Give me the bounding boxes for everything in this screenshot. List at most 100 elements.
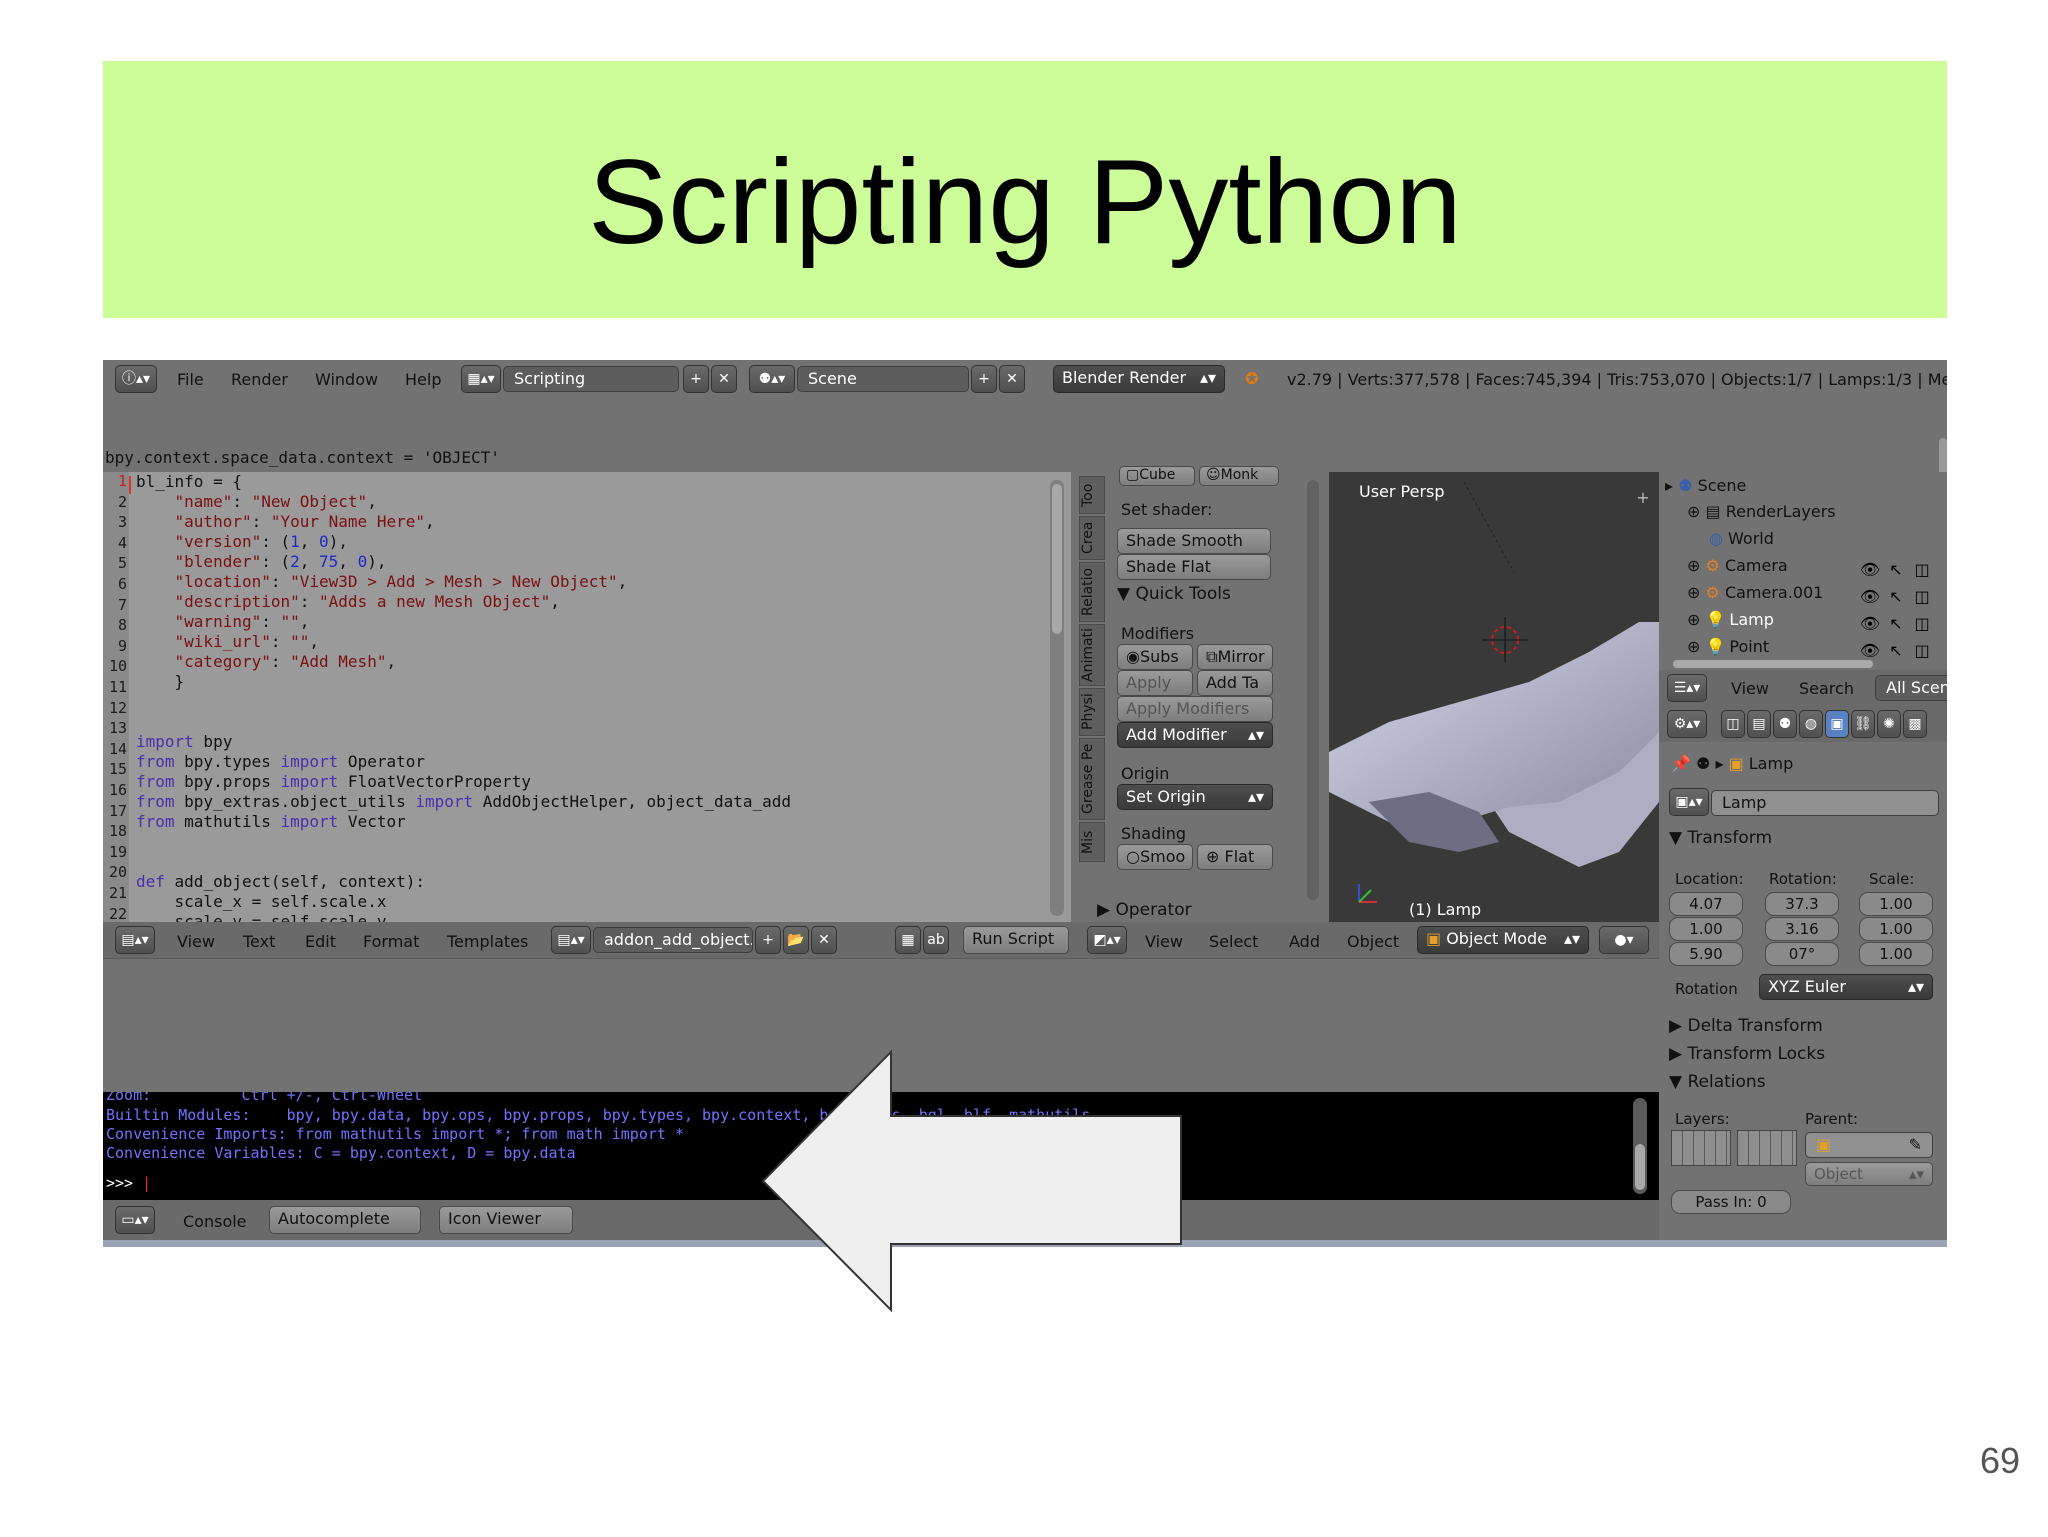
outliner-search-menu[interactable]: Search bbox=[1799, 679, 1854, 698]
add-scene-icon[interactable]: + bbox=[971, 365, 997, 393]
outliner-row[interactable]: ⊕ ⚙ Camera bbox=[1687, 556, 1788, 575]
outliner-view-menu[interactable]: View bbox=[1731, 679, 1769, 698]
menu-help[interactable]: Help bbox=[405, 370, 441, 389]
text-menu-view[interactable]: View bbox=[177, 932, 215, 951]
outliner-filter-dropdown[interactable]: All Scen bbox=[1875, 675, 1947, 701]
parent-type-dropdown[interactable]: Object ▴▾ bbox=[1805, 1162, 1933, 1186]
tab-create[interactable]: Crea bbox=[1079, 516, 1105, 560]
viewport-plus-icon[interactable]: + bbox=[1633, 488, 1653, 508]
render-tab-icon[interactable]: ◫ bbox=[1721, 710, 1745, 738]
rotation-z-field[interactable]: 07° bbox=[1765, 942, 1839, 966]
texture-tab-icon[interactable]: ▩ bbox=[1903, 710, 1927, 738]
console-editor-type-icon[interactable]: ▭▴▾ bbox=[115, 1206, 155, 1234]
set-origin-dropdown[interactable]: Set Origin ▴▾ bbox=[1117, 784, 1273, 810]
text-menu-text[interactable]: Text bbox=[243, 932, 275, 951]
rotation-x-field[interactable]: 37.3 bbox=[1765, 892, 1839, 916]
apply-button[interactable]: Apply bbox=[1117, 670, 1193, 696]
layer-buttons-left[interactable] bbox=[1671, 1130, 1731, 1166]
relations-panel-header[interactable]: ▼ Relations bbox=[1669, 1072, 1766, 1092]
add-modifier-dropdown[interactable]: Add Modifier ▴▾ bbox=[1117, 722, 1273, 748]
viewport-menu-select[interactable]: Select bbox=[1209, 932, 1258, 951]
menu-file[interactable]: File bbox=[177, 370, 204, 389]
visibility-eye-icon[interactable]: 👁 bbox=[1859, 556, 1881, 584]
scale-y-field[interactable]: 1.00 bbox=[1859, 917, 1933, 941]
scale-z-field[interactable]: 1.00 bbox=[1859, 942, 1933, 966]
viewport-menu-add[interactable]: Add bbox=[1289, 932, 1320, 951]
scale-x-field[interactable]: 1.00 bbox=[1859, 892, 1933, 916]
tab-physics[interactable]: Physi bbox=[1079, 688, 1105, 736]
smooth-button[interactable]: ○Smoo bbox=[1117, 844, 1193, 870]
console-scrollbar-thumb[interactable] bbox=[1635, 1144, 1645, 1190]
text-menu-templates[interactable]: Templates bbox=[447, 932, 528, 951]
shade-smooth-button[interactable]: Shade Smooth bbox=[1117, 528, 1271, 554]
tab-relations[interactable]: Relatio bbox=[1079, 562, 1105, 622]
autocomplete-button[interactable]: Autocomplete bbox=[269, 1206, 421, 1234]
add-ta-button[interactable]: Add Ta bbox=[1197, 670, 1273, 696]
quick-tools-panel-header[interactable]: ▼ Quick Tools bbox=[1117, 584, 1231, 604]
scene-icon[interactable]: ⚉▴▾ bbox=[749, 365, 795, 393]
remove-layout-icon[interactable]: ✕ bbox=[711, 365, 737, 393]
flat-button[interactable]: ⊕ Flat bbox=[1197, 844, 1273, 870]
console-prompt[interactable]: >>> | bbox=[106, 1174, 151, 1192]
rotation-y-field[interactable]: 3.16 bbox=[1765, 917, 1839, 941]
data-tab-icon[interactable]: ✺ bbox=[1877, 710, 1901, 738]
icon-viewer-button[interactable]: Icon Viewer bbox=[439, 1206, 573, 1234]
run-script-button[interactable]: Run Script bbox=[963, 926, 1069, 954]
pin-icon[interactable]: 📌 bbox=[1671, 754, 1696, 773]
3d-viewport[interactable]: User Persp (1) Lamp + bbox=[1329, 472, 1659, 922]
outliner-row[interactable]: ⊕ ⚙ Camera.001 bbox=[1687, 583, 1823, 602]
render-camera-icon[interactable]: ◫ bbox=[1911, 556, 1933, 584]
object-tab-icon[interactable]: ▣ bbox=[1825, 710, 1849, 738]
select-cursor-icon[interactable]: ↖ bbox=[1885, 637, 1907, 665]
apply-modifiers-button[interactable]: Apply Modifiers bbox=[1117, 696, 1273, 722]
eyedropper-icon[interactable]: ✎ bbox=[1909, 1135, 1922, 1154]
editor-scrollbar[interactable] bbox=[1050, 480, 1064, 916]
render-camera-icon[interactable]: ◫ bbox=[1911, 637, 1933, 665]
outliner-row[interactable]: ⊕ 💡 Lamp bbox=[1687, 610, 1774, 629]
constraints-tab-icon[interactable]: ⛓ bbox=[1851, 710, 1875, 738]
text-menu-edit[interactable]: Edit bbox=[305, 932, 336, 951]
world-tab-icon[interactable]: ◍ bbox=[1799, 710, 1823, 738]
viewport-menu-object[interactable]: Object bbox=[1347, 932, 1399, 951]
outliner-row[interactable]: ⊕ 💡 Point bbox=[1687, 637, 1769, 656]
scene-tab-icon[interactable]: ⚉ bbox=[1773, 710, 1797, 738]
menu-window[interactable]: Window bbox=[315, 370, 378, 389]
transform-panel-header[interactable]: ▼ Transform bbox=[1669, 828, 1772, 848]
render-camera-icon[interactable]: ◫ bbox=[1911, 583, 1933, 611]
outliner-row[interactable]: ⊕ ▤ RenderLayers bbox=[1687, 502, 1836, 521]
screen-layout-icon[interactable]: ▦▴▾ bbox=[461, 365, 501, 393]
operator-panel-header[interactable]: ▶ Operator bbox=[1097, 900, 1192, 920]
object-datablock-icon[interactable]: ▣▴▾ bbox=[1669, 788, 1709, 816]
remove-scene-icon[interactable]: ✕ bbox=[999, 365, 1025, 393]
syntax-highlight-toggle-icon[interactable]: ab bbox=[923, 926, 949, 954]
add-monkey-button[interactable]: ☺Monk bbox=[1199, 466, 1279, 486]
render-camera-icon[interactable]: ◫ bbox=[1911, 610, 1933, 638]
console-menu[interactable]: Console bbox=[183, 1212, 247, 1231]
outliner-row[interactable]: ◍ World bbox=[1709, 529, 1774, 548]
info-editor-type-icon[interactable]: ⓘ▴▾ bbox=[115, 365, 157, 393]
visibility-eye-icon[interactable]: 👁 bbox=[1859, 583, 1881, 611]
console-scrollbar[interactable] bbox=[1633, 1098, 1647, 1194]
location-y-field[interactable]: 1.00 bbox=[1669, 917, 1743, 941]
text-editor[interactable]: bl_info = { "name": "New Object", "autho… bbox=[103, 472, 1071, 922]
scene-field[interactable]: Scene bbox=[797, 366, 969, 392]
viewport-shading-icon[interactable]: ●▾ bbox=[1599, 926, 1649, 954]
open-text-icon[interactable]: 📂 bbox=[783, 926, 809, 954]
visibility-eye-icon[interactable]: 👁 bbox=[1859, 610, 1881, 638]
viewport-editor-type-icon[interactable]: ◩▴▾ bbox=[1087, 926, 1127, 954]
text-datablock-icon[interactable]: ▤▴▾ bbox=[551, 926, 591, 954]
outliner-editor-type-icon[interactable]: ☰▴▾ bbox=[1667, 674, 1707, 702]
viewport-menu-view[interactable]: View bbox=[1145, 932, 1183, 951]
location-z-field[interactable]: 5.90 bbox=[1669, 942, 1743, 966]
properties-editor-type-icon[interactable]: ⚙▴▾ bbox=[1667, 710, 1707, 738]
object-name-field[interactable]: Lamp bbox=[1711, 790, 1939, 816]
renderlayers-tab-icon[interactable]: ▤ bbox=[1747, 710, 1771, 738]
mirror-button[interactable]: ⧉Mirror bbox=[1197, 644, 1273, 670]
select-cursor-icon[interactable]: ↖ bbox=[1885, 556, 1907, 584]
add-layout-icon[interactable]: + bbox=[683, 365, 709, 393]
transform-locks-panel-header[interactable]: ▶ Transform Locks bbox=[1669, 1044, 1825, 1064]
text-file-name-field[interactable]: addon_add_object... bbox=[593, 927, 753, 953]
unlink-text-icon[interactable]: ✕ bbox=[811, 926, 837, 954]
subsurf-button[interactable]: ◉Subs bbox=[1117, 644, 1193, 670]
shade-flat-button[interactable]: Shade Flat bbox=[1117, 554, 1271, 580]
